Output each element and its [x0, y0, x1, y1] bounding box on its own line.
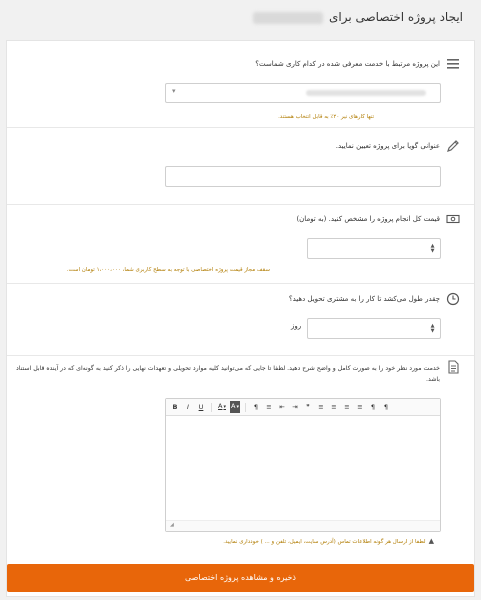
duration-unit: روز [291, 322, 302, 330]
document-icon [448, 360, 459, 374]
underline-button[interactable]: U [196, 402, 206, 413]
blurred-service-name [252, 11, 323, 24]
blockquote-button[interactable]: ❞ [303, 402, 313, 413]
indent-button[interactable]: ⇥ [290, 402, 300, 413]
font-color-button[interactable]: A [217, 401, 227, 413]
toolbar-divider [211, 402, 212, 412]
duration-input[interactable]: ▲ ▼ [307, 318, 441, 339]
price-question: قیمت کل انجام پروژه را مشخص کنید. (به تو… [296, 215, 440, 223]
spinner-icon[interactable]: ▲ ▼ [430, 324, 435, 334]
align-justify-button[interactable]: ≡ [355, 402, 365, 413]
clock-icon [446, 292, 460, 306]
align-left-button[interactable]: ≡ [316, 402, 326, 413]
editor-statusbar: ◢ [166, 520, 440, 531]
warning-icon: ▲ [428, 537, 434, 545]
italic-button[interactable]: I [183, 402, 193, 413]
warning-text: لطفا از ارسال هر گونه اطلاعات تماس (آدرس… [223, 539, 426, 545]
service-select[interactable]: ▾ [165, 83, 441, 103]
page-title: ایجاد پروژه اختصاصی برای [252, 10, 463, 24]
pencil-icon [447, 140, 459, 152]
highlight-color-button[interactable]: A [230, 401, 240, 413]
toolbar-divider [245, 402, 246, 412]
contact-info-warning: ▲لطفا از ارسال هر گونه اطلاعات تماس (آدر… [223, 537, 434, 545]
align-center-button[interactable]: ≡ [329, 402, 339, 413]
service-question: این پروژه مرتبط با خدمت معرفی شده در کدا… [255, 60, 440, 68]
bold-button[interactable]: B [170, 402, 180, 413]
ordered-list-button[interactable]: ¶ [251, 402, 261, 413]
title-section: عنوانی گویا برای پروژه تعیین نمایید. [7, 128, 474, 205]
duration-question: چقدر طول می‌کشد تا کار را به مشتری تحویل… [288, 295, 440, 303]
unordered-list-button[interactable]: ≡ [264, 402, 274, 413]
chevron-down-icon: ▾ [172, 87, 176, 95]
duration-section: چقدر طول می‌کشد تا کار را به مشتری تحویل… [7, 284, 474, 356]
page-header: ایجاد پروژه اختصاصی برای [0, 0, 481, 36]
description-section: خدمت مورد نظر خود را به صورت کامل و واضح… [7, 356, 474, 556]
project-title-input[interactable] [165, 166, 441, 187]
ltr-button[interactable]: ¶ [368, 402, 378, 413]
save-and-view-button[interactable]: ذخیره و مشاهده پروژه اختصاصی [7, 564, 474, 592]
rich-text-editor[interactable]: B I U A A ¶ ≡ ⇤ ⇥ ❞ ≡ ≡ ≡ ≡ ¶ ¶ ◢ [165, 398, 441, 532]
blurred-selected-value [306, 90, 426, 96]
money-icon [446, 214, 460, 224]
project-form: این پروژه مرتبط با خدمت معرفی شده در کدا… [6, 40, 475, 597]
spinner-icon[interactable]: ▲ ▼ [430, 244, 435, 254]
page-title-text: ایجاد پروژه اختصاصی برای [328, 10, 463, 24]
resize-handle-icon[interactable]: ◢ [170, 522, 174, 528]
rtl-button[interactable]: ¶ [381, 402, 391, 413]
description-question: خدمت مورد نظر خود را به صورت کامل و واضح… [15, 365, 440, 383]
price-input[interactable]: ▲ ▼ [307, 238, 441, 259]
service-section: این پروژه مرتبط با خدمت معرفی شده در کدا… [7, 41, 474, 128]
price-section: قیمت کل انجام پروژه را مشخص کنید. (به تو… [7, 205, 474, 284]
price-hint: سقف مجاز قیمت پروژه اختصاصی با توجه به س… [66, 267, 270, 273]
outdent-button[interactable]: ⇤ [277, 402, 287, 413]
editor-content-area[interactable] [166, 416, 440, 521]
align-right-button[interactable]: ≡ [342, 402, 352, 413]
list-icon [447, 59, 459, 69]
editor-toolbar: B I U A A ¶ ≡ ⇤ ⇥ ❞ ≡ ≡ ≡ ≡ ¶ ¶ [166, 399, 440, 416]
title-question: عنوانی گویا برای پروژه تعیین نمایید. [335, 142, 440, 150]
service-hint: تنها کارهای نیر ۲۰٪ به قابل انتخاب هستند… [278, 114, 374, 120]
